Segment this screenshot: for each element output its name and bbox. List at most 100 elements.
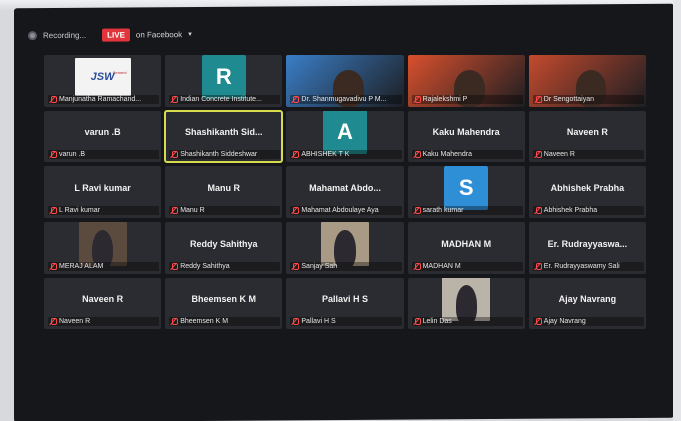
chevron-down-icon[interactable]: ▾ xyxy=(188,30,192,38)
participant-name-label: Reddy Sahithya xyxy=(169,261,281,271)
participant-name-label: Abhishek Prabha xyxy=(532,206,644,215)
participant-name-label: Indian Concrete Institute... xyxy=(169,94,281,104)
avatar: S xyxy=(444,166,489,211)
mic-muted-icon xyxy=(535,151,542,159)
participant-name: Shashikanth Siddeshwar xyxy=(180,151,258,159)
participant-tile[interactable]: Pallavi H S Pallavi H S xyxy=(286,277,404,330)
participant-name-label: Naveen R xyxy=(532,150,644,160)
participant-name-label: Bheemsen K M xyxy=(169,317,281,327)
participant-name-label: Sanjay Sah xyxy=(290,261,402,271)
participant-name: Dr Sengottaiyan xyxy=(543,95,594,103)
participant-name: Bheemsen K M xyxy=(180,318,229,326)
participant-name-label: Pallavi H S xyxy=(290,317,402,327)
profile-photo xyxy=(442,277,491,322)
mic-muted-icon xyxy=(292,318,300,326)
participant-display-name: Bheemsen K M xyxy=(191,294,257,305)
participant-name: Lelin Das xyxy=(422,318,452,326)
participant-tile[interactable]: Ssarath kumar xyxy=(407,166,525,218)
stream-destination[interactable]: on Facebook xyxy=(136,30,182,39)
participant-tile[interactable]: Dr. Shanmugavadivu P M... xyxy=(286,55,404,107)
participant-name: MERAJ ALAM xyxy=(59,262,104,270)
logo-subtext: Cement xyxy=(112,69,127,75)
mic-muted-icon xyxy=(171,262,179,270)
participant-name: sarath kumar xyxy=(422,207,464,214)
participant-tile[interactable]: Mahamat Abdo... Mahamat Abdoulaye Aya xyxy=(286,166,404,218)
participant-display-name: Abhishek Prabha xyxy=(550,183,625,194)
recording-status: Recording... xyxy=(43,30,87,40)
participant-name: Abhishek Prabha xyxy=(543,207,598,214)
logo-text: JSW xyxy=(90,70,115,83)
participant-tile[interactable]: Abhishek Prabha Abhishek Prabha xyxy=(528,166,646,218)
participant-tile[interactable]: Naveen R Naveen R xyxy=(528,110,646,163)
participant-tile[interactable]: Bheemsen K M Bheemsen K M xyxy=(165,277,283,330)
participant-name: Rajalekshmi P xyxy=(422,95,468,103)
participant-gallery: JSW Cement Manjunatha Ramachand... R Indian … xyxy=(44,55,646,385)
mic-muted-icon xyxy=(535,262,542,270)
participant-display-name: L Ravi kumar xyxy=(74,183,131,194)
participant-display-name: Mahamat Abdo... xyxy=(309,183,381,194)
recording-icon[interactable] xyxy=(28,30,37,40)
participant-tile[interactable]: JSW Cement Manjunatha Ramachand... xyxy=(44,55,162,107)
participant-tile[interactable]: Kaku Mahendra Kaku Mahendra xyxy=(407,110,525,163)
participant-display-name: Ajay Navrang xyxy=(558,294,617,305)
participant-name: Pallavi H S xyxy=(301,318,336,326)
participant-tile[interactable]: Er. Rudrayyaswa... Er. Rudrayyaswamy Sali xyxy=(528,222,646,274)
participant-tile[interactable]: Ajay Navrang Ajay Navrang xyxy=(528,277,646,330)
participant-name: Naveen R xyxy=(543,151,575,159)
participant-tile[interactable]: Sanjay Sah xyxy=(286,222,404,274)
participant-tile[interactable]: MADHAN M MADHAN M xyxy=(407,222,525,274)
mic-muted-icon xyxy=(414,151,421,159)
participant-tile[interactable]: Rajalekshmi P xyxy=(407,55,525,107)
profile-photo xyxy=(78,222,127,266)
participant-tile[interactable]: MERAJ ALAM xyxy=(44,222,162,274)
participant-name-label: MERAJ ALAM xyxy=(48,261,160,271)
mic-muted-icon xyxy=(171,95,179,103)
mic-muted-icon xyxy=(414,318,421,326)
participant-name: Naveen R xyxy=(59,318,91,326)
participant-tile[interactable]: Reddy Sahithya Reddy Sahithya xyxy=(165,222,283,274)
mic-muted-icon xyxy=(414,262,421,270)
participant-name-label: Rajalekshmi P xyxy=(411,94,523,104)
participant-name-label: Ajay Navrang xyxy=(532,317,644,327)
participant-tile[interactable]: Manu R Manu R xyxy=(165,166,283,218)
mic-muted-icon xyxy=(292,151,300,159)
participant-display-name: MADHAN M xyxy=(441,238,492,249)
photo-border-right xyxy=(673,0,681,421)
participant-tile[interactable]: Naveen R Naveen R xyxy=(44,277,162,330)
participant-name-label: Manjunatha Ramachand... xyxy=(48,94,160,104)
mic-muted-icon xyxy=(535,207,542,214)
participant-name: Reddy Sahithya xyxy=(180,262,230,270)
mic-muted-icon xyxy=(292,207,300,214)
participant-name-label: sarath kumar xyxy=(411,206,523,215)
participant-name: Mahamat Abdoulaye Aya xyxy=(301,207,379,214)
participant-name-label: MADHAN M xyxy=(411,261,523,271)
person-silhouette xyxy=(334,229,356,266)
participant-name: Manjunatha Ramachand... xyxy=(59,95,142,103)
participant-tile[interactable]: R Indian Concrete Institute... xyxy=(165,55,283,107)
participant-display-name: Er. Rudrayyaswa... xyxy=(547,238,628,249)
mic-muted-icon xyxy=(171,151,179,159)
avatar: R xyxy=(201,55,246,99)
participant-name-label: Er. Rudrayyaswamy Sali xyxy=(532,261,644,271)
mic-muted-icon xyxy=(50,95,57,103)
company-logo: JSW Cement xyxy=(74,57,131,96)
participant-display-name: Pallavi H S xyxy=(321,294,368,305)
participant-tile[interactable]: L Ravi kumar L Ravi kumar xyxy=(44,166,162,218)
person-silhouette xyxy=(92,229,114,266)
participant-name-label: varun .B xyxy=(48,150,160,160)
participant-display-name: Shashikanth Sid... xyxy=(185,127,263,138)
mic-muted-icon xyxy=(535,95,542,103)
participant-tile[interactable]: A ABHISHEK T K xyxy=(286,110,404,163)
participant-name: MADHAN M xyxy=(422,262,461,270)
participant-tile[interactable]: Shashikanth Sid... Shashikanth Siddeshwar xyxy=(164,109,284,164)
live-badge[interactable]: LIVE xyxy=(102,27,130,42)
participant-name: Manu R xyxy=(180,207,205,214)
participant-name: Sanjay Sah xyxy=(301,262,338,270)
mic-muted-icon xyxy=(50,262,57,270)
person-silhouette xyxy=(455,285,477,322)
participant-tile[interactable]: varun .B varun .B xyxy=(44,110,162,163)
mic-muted-icon xyxy=(50,318,57,326)
participant-tile[interactable]: Dr Sengottaiyan xyxy=(528,55,646,107)
mic-muted-icon xyxy=(535,318,542,326)
participant-tile[interactable]: Lelin Das xyxy=(407,277,525,330)
